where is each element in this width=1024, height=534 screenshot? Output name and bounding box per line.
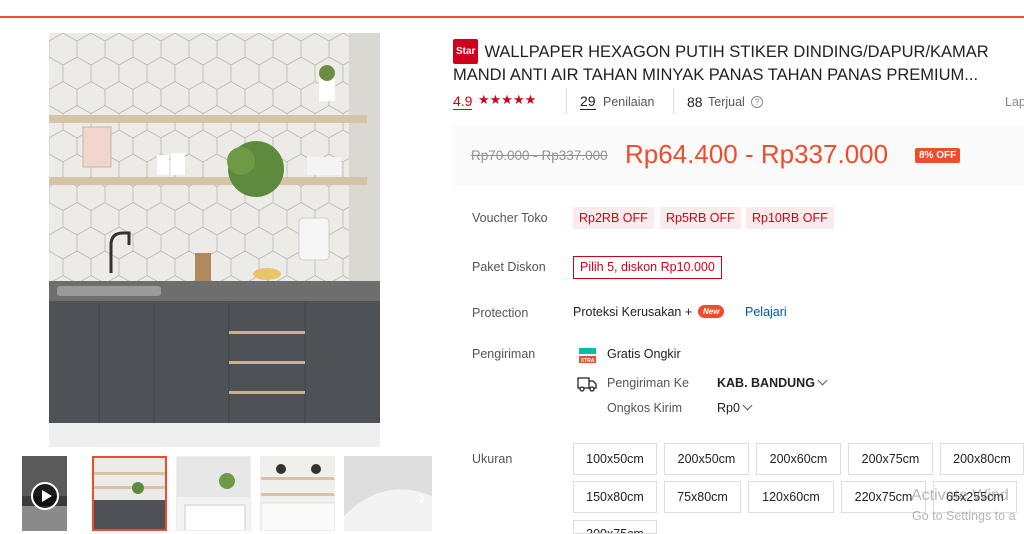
size-option[interactable]: 200x50cm [664, 443, 749, 475]
free-shipping-text: Gratis Ongkir [607, 347, 681, 361]
original-price: Rp70.000 - Rp337.000 [471, 148, 608, 163]
shipping-cost-label: Ongkos Kirim [607, 401, 683, 415]
divider [673, 88, 674, 114]
product-title-text: WALLPAPER HEXAGON PUTIH STIKER DINDING/D… [453, 43, 989, 84]
shipping-cost-dropdown[interactable]: Rp0 [717, 400, 753, 415]
size-option[interactable]: 75x80cm [664, 481, 741, 513]
shipping-destination-dropdown[interactable]: KAB. BANDUNG [717, 375, 828, 390]
size-option[interactable]: 150x80cm [573, 481, 657, 513]
thumbnail-1[interactable] [92, 456, 167, 531]
rating-count[interactable]: 29 [580, 94, 596, 110]
thumbnail-2[interactable] [176, 456, 251, 531]
chevron-down-icon [817, 375, 828, 386]
free-shipping-icon: XTRA [578, 346, 597, 365]
question-circle-icon[interactable]: ? [751, 96, 763, 108]
sold-count: 88 [687, 94, 703, 110]
thumbnail-3[interactable] [260, 456, 335, 531]
svg-text:XTRA: XTRA [581, 358, 595, 364]
activation-watermark: Activate Wind [911, 487, 1009, 504]
size-label: Ukuran [472, 452, 513, 466]
shipping-to-label: Pengiriman Ke [607, 376, 689, 390]
size-option[interactable]: 120x60cm [748, 481, 834, 513]
rating-score[interactable]: 4.9 [453, 94, 473, 110]
voucher-chip-3[interactable]: Rp10RB OFF [746, 207, 834, 229]
rating-row: 4.9 ★★★★★ 29 Penilaian 88 Terjual ? Lap [453, 88, 1024, 114]
new-badge: New [698, 305, 725, 318]
activation-watermark-sub: Go to Settings to a [912, 509, 1016, 523]
product-title: Star WALLPAPER HEXAGON PUTIH STIKER DINDI… [453, 39, 1024, 87]
shipping-cost-value: Rp0 [717, 401, 740, 415]
protection-label: Protection [472, 306, 529, 320]
learn-more-link[interactable]: Pelajari [745, 305, 787, 319]
shipping-destination-value: KAB. BANDUNG [717, 376, 815, 390]
product-title-block: Star WALLPAPER HEXAGON PUTIH STIKER DINDI… [453, 39, 1024, 87]
voucher-chip-2[interactable]: Rp5RB OFF [660, 207, 741, 229]
star-seller-badge: Star [453, 39, 479, 64]
size-option[interactable]: 200x80cm [940, 443, 1024, 475]
thumbnail-video[interactable] [22, 456, 67, 531]
voucher-chip-1[interactable]: Rp2RB OFF [573, 207, 654, 229]
main-product-image[interactable] [49, 33, 380, 447]
voucher-label: Voucher Toko [472, 211, 548, 225]
protection-text: Proteksi Kerusakan + [573, 305, 693, 319]
sold-label: Terjual [708, 95, 745, 109]
truck-icon [577, 375, 597, 393]
bundle-discount-chip[interactable]: Pilih 5, diskon Rp10.000 [573, 256, 722, 279]
chevron-right-icon[interactable]: › [418, 486, 426, 510]
size-option[interactable]: 300x75cm [573, 520, 657, 534]
play-icon[interactable] [31, 482, 59, 510]
price-box: Rp70.000 - Rp337.000 Rp64.400 - Rp337.00… [453, 125, 1024, 186]
discount-badge: 8% OFF [915, 148, 961, 163]
thumbnail-strip: › [22, 456, 432, 534]
size-option[interactable]: 200x60cm [756, 443, 841, 475]
divider [566, 88, 567, 114]
rating-stars-icon: ★★★★★ [478, 93, 537, 108]
current-price: Rp64.400 - Rp337.000 [625, 139, 889, 169]
shipping-label: Pengiriman [472, 347, 536, 361]
chevron-down-icon [742, 400, 753, 411]
rating-count-label: Penilaian [603, 95, 655, 109]
bundle-discount-label: Paket Diskon [472, 260, 546, 274]
size-option[interactable]: 200x75cm [848, 443, 933, 475]
report-link[interactable]: Lap [1005, 95, 1024, 109]
size-option[interactable]: 100x50cm [573, 443, 657, 475]
top-navigation-bar [0, 0, 1024, 18]
